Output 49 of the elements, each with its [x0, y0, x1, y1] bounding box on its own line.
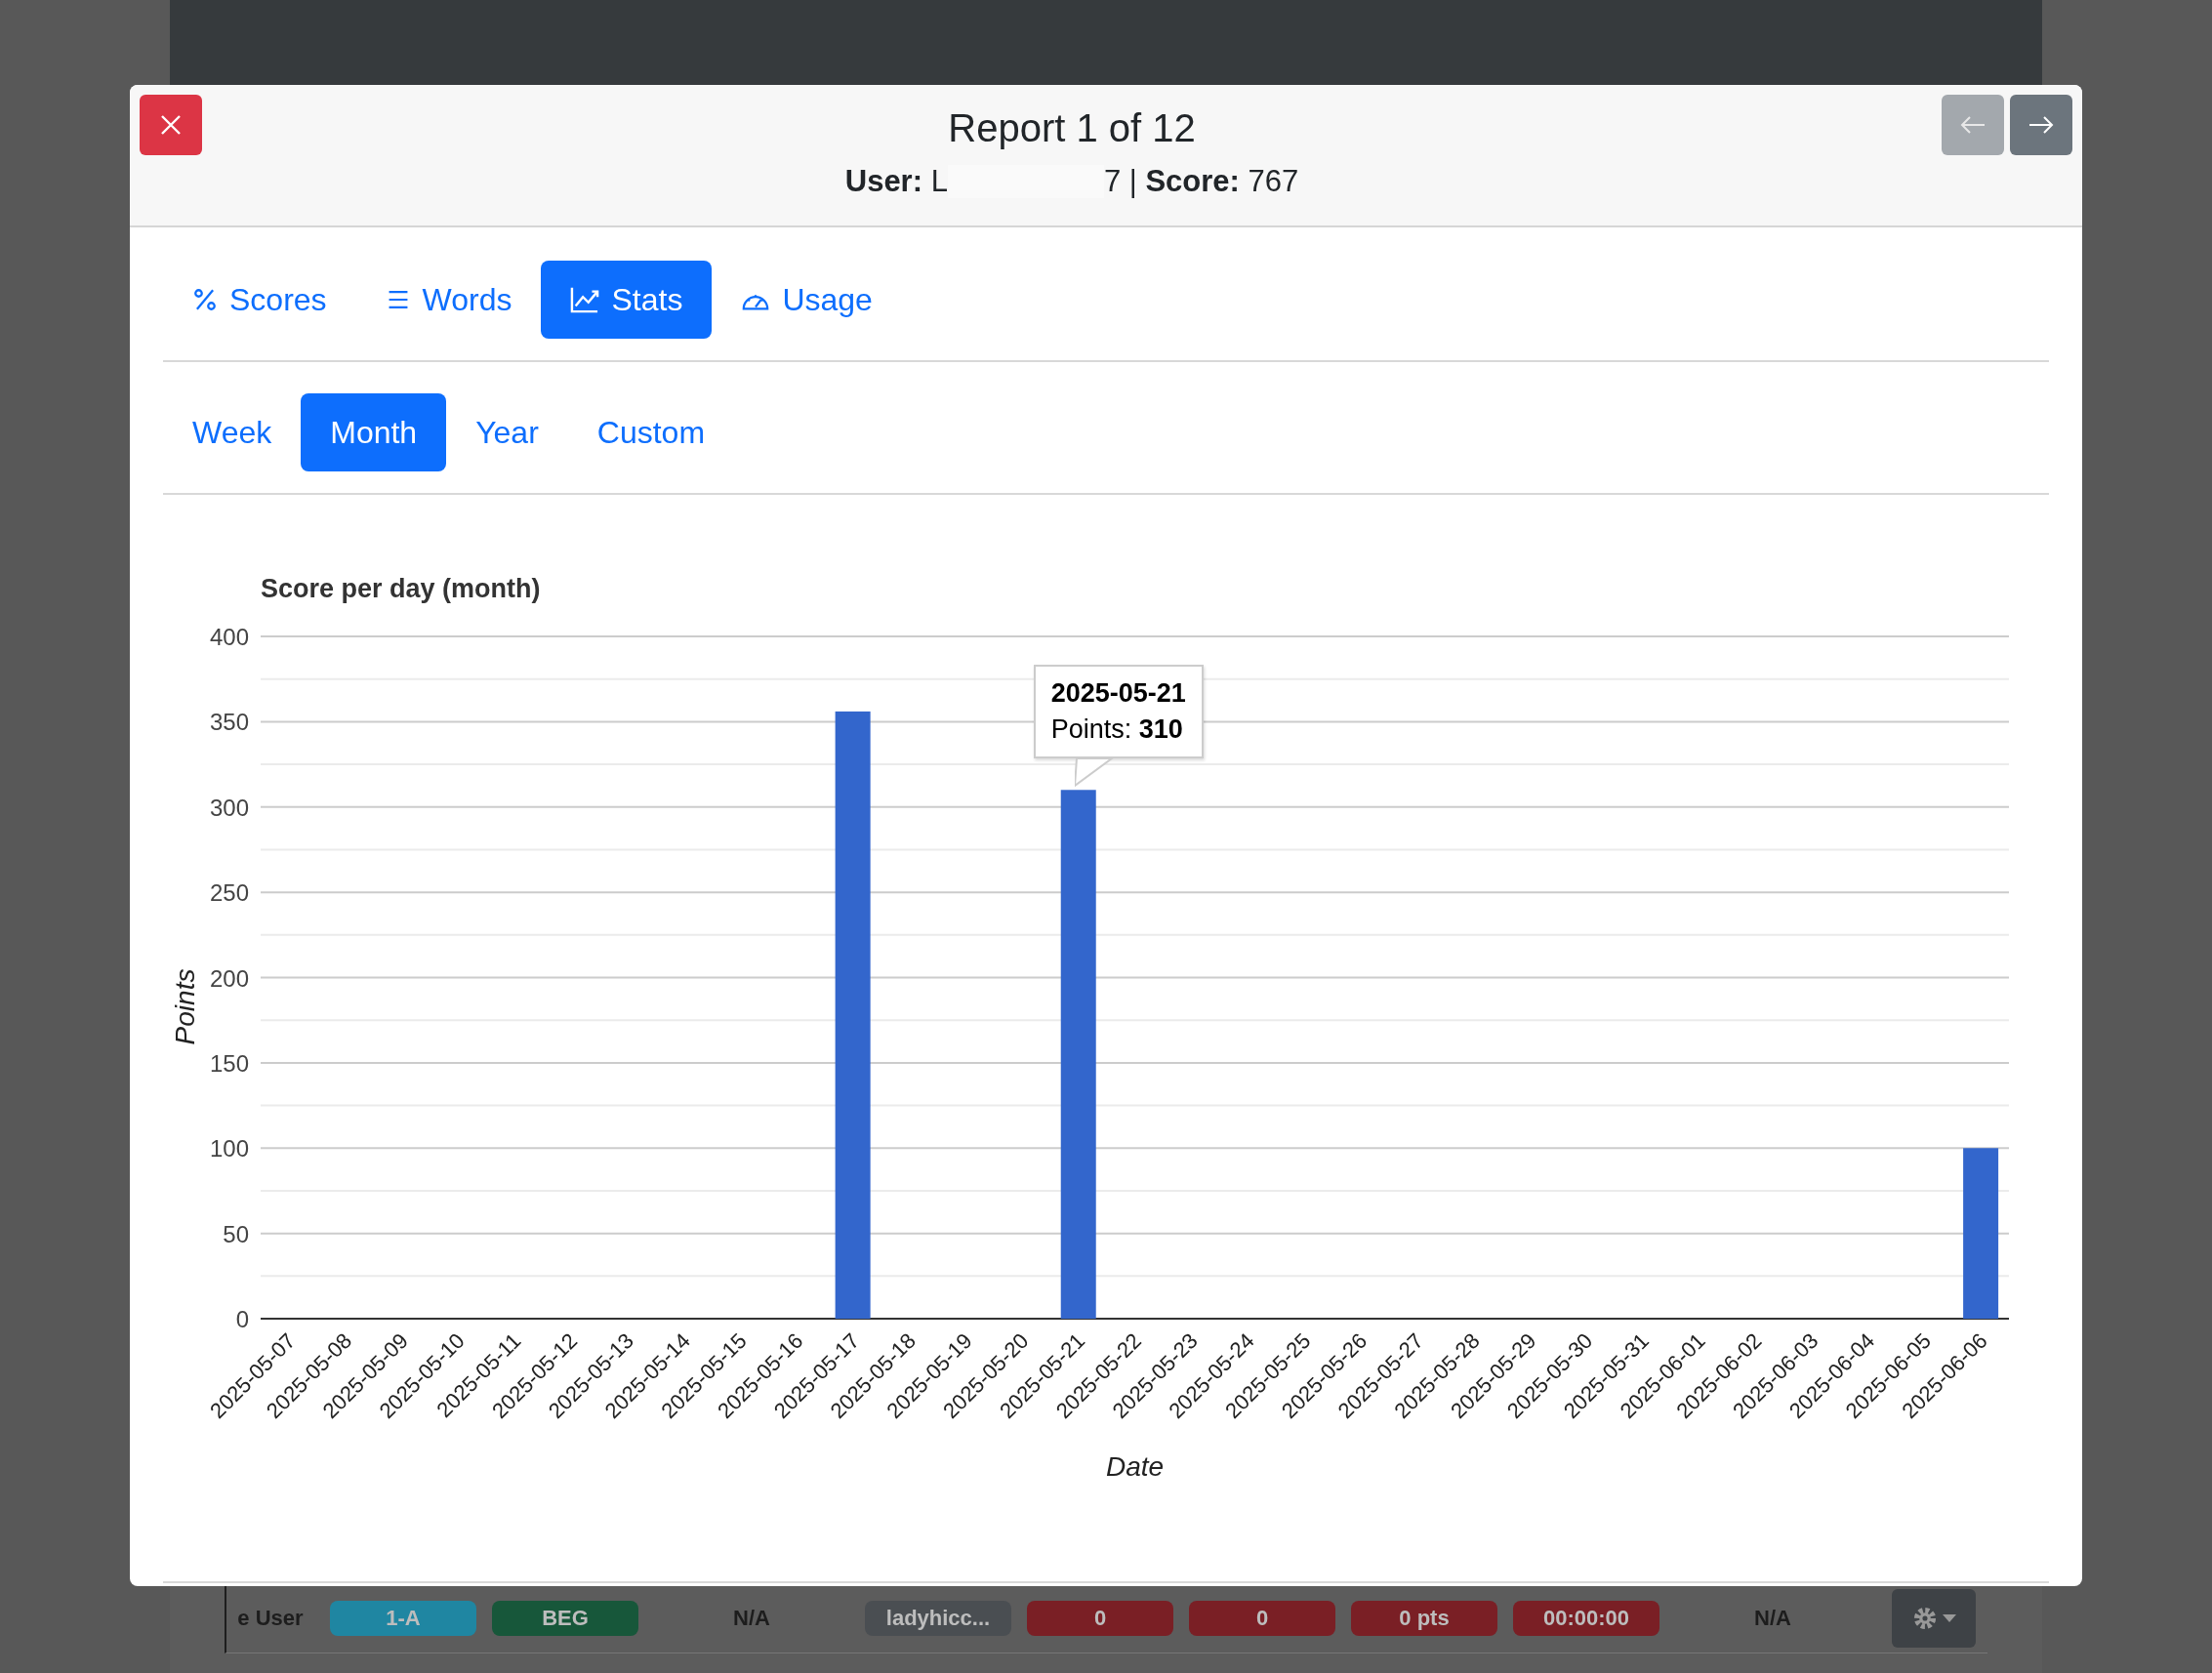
next-button[interactable] — [2010, 95, 2072, 155]
period-tab[interactable]: Year — [446, 393, 568, 471]
x-axis-title: Date — [1105, 1451, 1165, 1482]
separator: | — [1127, 164, 1138, 199]
y-axis-title: Points — [170, 968, 200, 1045]
line-chart-icon — [570, 286, 600, 313]
status-badge: ladyhicc... — [865, 1601, 1011, 1636]
right-arrow-icon — [2028, 116, 2054, 134]
y-tick-label: 150 — [209, 1049, 249, 1077]
tab[interactable]: Scores — [163, 261, 356, 339]
close-button[interactable] — [140, 95, 202, 155]
status-badge: 0 pts — [1351, 1601, 1497, 1636]
percent-icon — [192, 287, 218, 312]
tab[interactable]: Usage — [712, 261, 902, 339]
dialog-title: Report 1 of 12 — [948, 106, 1196, 150]
gear-icon — [1911, 1605, 1939, 1632]
status-badge: 0 — [1027, 1601, 1173, 1636]
status-badge: 0 — [1189, 1601, 1335, 1636]
y-tick-label: 350 — [209, 709, 249, 736]
status-badge: BEG — [492, 1601, 638, 1636]
tooltip-value: Points: 310 — [1050, 714, 1184, 746]
score-label: Score: — [1145, 164, 1240, 199]
y-tick-label: 400 — [209, 624, 249, 650]
status-badge: 1-A — [330, 1601, 476, 1636]
user-name-end: 7 — [1103, 164, 1122, 199]
table-cell-text: N/A — [732, 1606, 771, 1631]
status-badge: 00:00:00 — [1513, 1601, 1659, 1636]
y-tick-label: 50 — [223, 1220, 249, 1247]
tab[interactable]: Words — [355, 261, 542, 339]
caret-icon — [1943, 1614, 1956, 1622]
period-tab[interactable]: Week — [163, 393, 302, 471]
period-tab[interactable]: Month — [301, 393, 447, 471]
table-cell-text: N/A — [1753, 1606, 1792, 1631]
score-value: 767 — [1247, 164, 1299, 199]
tab[interactable]: Stats — [541, 261, 713, 339]
user-label: User: — [844, 164, 922, 199]
table-cell-text: e User — [236, 1606, 305, 1631]
y-tick-label: 300 — [209, 794, 249, 821]
y-tick-label: 250 — [209, 879, 249, 907]
tooltip-date: 2025-05-21 — [1050, 678, 1186, 710]
y-tick-label: 100 — [209, 1135, 249, 1163]
y-tick-label: 200 — [209, 964, 249, 992]
user-name-start: L — [929, 164, 948, 199]
chart-title: Score per day (month) — [261, 574, 541, 603]
period-tab[interactable]: Custom — [567, 393, 735, 471]
settings-button[interactable] — [1892, 1589, 1976, 1648]
y-tick-label: 0 — [235, 1306, 249, 1332]
close-icon — [160, 114, 182, 136]
left-arrow-icon — [1960, 116, 1986, 134]
